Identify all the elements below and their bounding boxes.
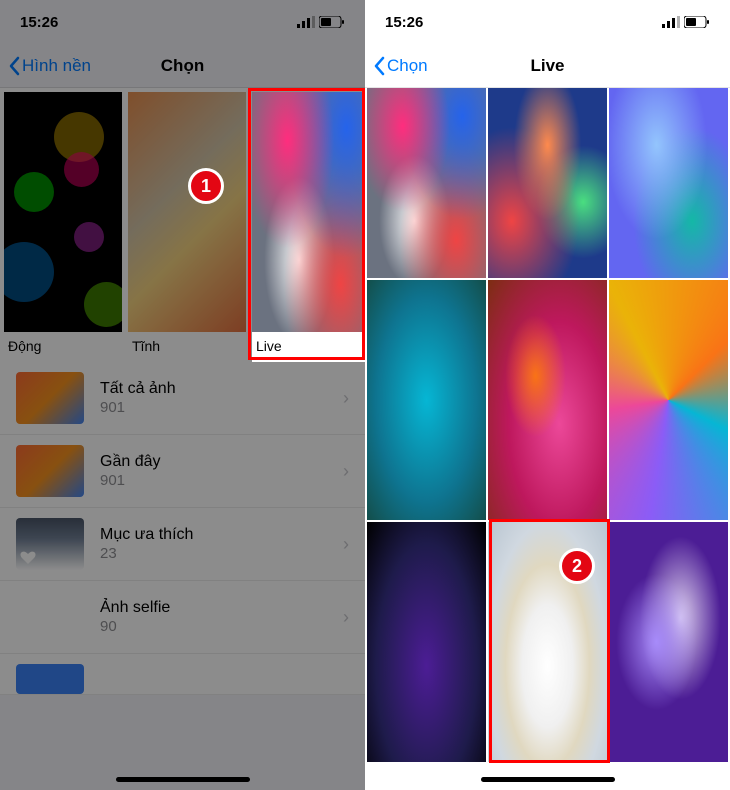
chevron-left-icon (373, 56, 385, 76)
category-thumb-still (128, 92, 246, 332)
home-indicator[interactable] (481, 777, 615, 782)
album-thumb (16, 664, 84, 694)
status-icons (297, 16, 345, 28)
live-wallpaper-6[interactable] (609, 280, 728, 520)
live-wallpaper-1[interactable] (367, 88, 486, 278)
category-label: Động (4, 332, 122, 362)
signal-icon (297, 16, 315, 28)
status-bar: 15:26 (365, 0, 730, 44)
live-wallpaper-8[interactable] (488, 522, 607, 762)
album-recent[interactable]: Gần đây 901 › (0, 435, 365, 508)
back-label: Chọn (387, 56, 428, 76)
album-count: 901 (100, 472, 343, 489)
album-info: Gần đây 901 (100, 453, 343, 489)
phone-screen-choose: 15:26 Hình nền Chọn Động Tĩnh (0, 0, 365, 790)
phone-screen-live: 15:26 Chọn Live 2 (365, 0, 730, 790)
back-button[interactable]: Hình nền (0, 56, 91, 76)
home-indicator[interactable] (116, 777, 250, 782)
back-button[interactable]: Chọn (365, 56, 428, 76)
album-name: Tất cả ảnh (100, 380, 343, 398)
chevron-left-icon (8, 56, 20, 76)
album-name: Ảnh selfie (100, 599, 343, 617)
album-thumb (16, 591, 84, 643)
live-wallpaper-2[interactable] (488, 88, 607, 278)
album-favorites[interactable]: Mục ưa thích 23 › (0, 508, 365, 581)
album-info: Tất cả ảnh 901 (100, 380, 343, 416)
category-thumb-dynamic (4, 92, 122, 332)
album-count: 901 (100, 399, 343, 416)
live-wallpaper-grid (365, 86, 730, 764)
live-wallpaper-9[interactable] (609, 522, 728, 762)
chevron-right-icon: › (343, 461, 349, 482)
album-all-photos[interactable]: Tất cả ảnh 901 › (0, 362, 365, 435)
live-wallpaper-7[interactable] (367, 522, 486, 762)
category-still[interactable]: Tĩnh (128, 92, 246, 362)
back-label: Hình nền (22, 56, 91, 76)
album-info: Mục ưa thích 23 (100, 526, 343, 562)
wallpaper-categories: Động Tĩnh Live (0, 88, 365, 362)
album-thumb (16, 372, 84, 424)
album-count: 23 (100, 545, 343, 562)
status-time: 15:26 (20, 14, 58, 31)
live-wallpaper-4[interactable] (367, 280, 486, 520)
battery-icon (684, 16, 710, 28)
page-title: Chọn (161, 56, 204, 76)
category-live[interactable]: Live (252, 92, 365, 362)
album-thumb (16, 518, 84, 570)
status-time: 15:26 (385, 14, 423, 31)
status-icons (662, 16, 710, 28)
live-wallpaper-3[interactable] (609, 88, 728, 278)
category-label: Live (252, 332, 365, 362)
category-label: Tĩnh (128, 332, 246, 362)
album-live-photos[interactable] (0, 654, 365, 695)
album-selfies[interactable]: Ảnh selfie 90 › (0, 581, 365, 654)
chevron-right-icon: › (343, 607, 349, 628)
battery-icon (319, 16, 345, 28)
page-title: Live (530, 56, 564, 76)
nav-bar: Hình nền Chọn (0, 44, 365, 88)
nav-bar: Chọn Live (365, 44, 730, 88)
live-wallpaper-5[interactable] (488, 280, 607, 520)
signal-icon (662, 16, 680, 28)
status-bar: 15:26 (0, 0, 365, 44)
chevron-right-icon: › (343, 534, 349, 555)
album-list: Tất cả ảnh 901 › Gần đây 901 › Mục ưa th… (0, 362, 365, 695)
category-dynamic[interactable]: Động (4, 92, 122, 362)
album-name: Gần đây (100, 453, 343, 471)
chevron-right-icon: › (343, 388, 349, 409)
album-thumb (16, 445, 84, 497)
heart-icon (20, 550, 36, 566)
album-count: 90 (100, 618, 343, 635)
album-name: Mục ưa thích (100, 526, 343, 544)
album-info: Ảnh selfie 90 (100, 599, 343, 635)
category-thumb-live (252, 92, 365, 332)
